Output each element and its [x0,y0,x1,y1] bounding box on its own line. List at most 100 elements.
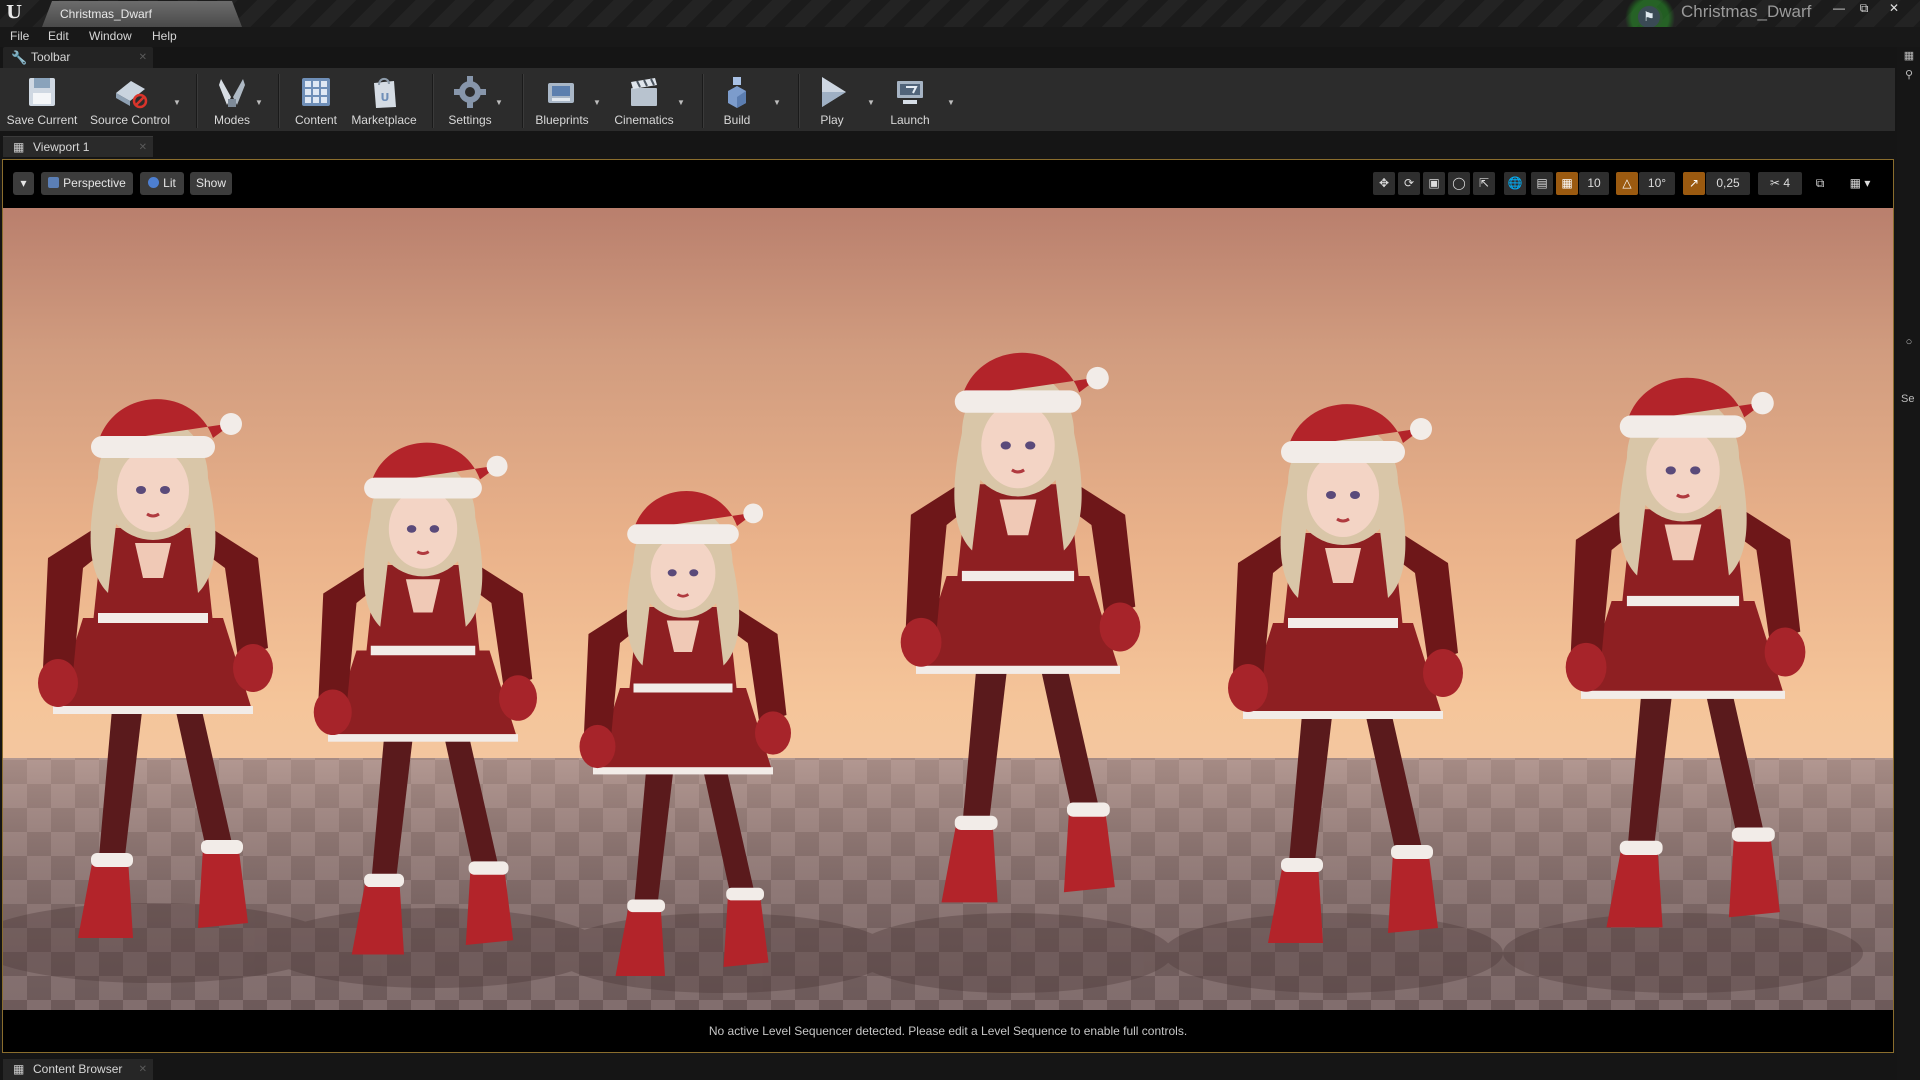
sequencer-message: No active Level Sequencer detected. Plea… [708,1024,1188,1038]
settings-dropdown-icon[interactable]: ▼ [494,98,504,108]
menu-window[interactable]: Window [89,29,132,43]
rotation-snap-toggle-icon[interactable]: △ [1616,172,1638,195]
blueprints-dropdown-icon[interactable]: ▼ [592,98,602,108]
toolbar-tab[interactable]: 🔧 Toolbar ✕ [3,47,153,68]
launch-button[interactable]: Launch [882,73,938,129]
transform-toggle-icon[interactable]: ◯ [1448,172,1470,195]
document-tab-label: Christmas_Dwarf [60,7,153,21]
toolbar-divider [432,74,433,128]
svg-text:U: U [381,91,390,104]
modes-button[interactable]: Modes [204,73,260,129]
restore-icon[interactable]: ⧉ [1853,0,1875,16]
source-control-icon [116,81,148,109]
save-current-button[interactable]: Save Current [4,73,80,129]
menu-help[interactable]: Help [152,29,177,43]
modes-dropdown-icon[interactable]: ▼ [254,98,264,108]
scale-snap-value[interactable]: 0,25 [1706,172,1750,195]
surface-snap-icon[interactable]: ⇱ [1473,172,1495,195]
toolbar-divider [798,74,799,128]
viewport-scene[interactable] [3,208,1893,1010]
cinematics-label: Cinematics [614,113,674,127]
menu-file[interactable]: File [10,29,29,43]
build-dropdown-icon[interactable]: ▼ [772,98,782,108]
settings-label: Settings [448,113,492,127]
source-control-button[interactable]: Source Control [86,73,174,129]
lit-button[interactable]: Lit [140,172,184,195]
project-name: Christmas_Dwarf [1681,2,1812,21]
panel-tab-icon[interactable]: ▦ [1902,49,1916,63]
viewport-tab-label: Viewport 1 [33,140,90,154]
grid-snap-toggle-icon[interactable]: ▦ [1556,172,1578,195]
document-tab[interactable]: Christmas_Dwarf [42,1,242,27]
sequencer-status-bar: No active Level Sequencer detected. Plea… [3,1010,1893,1052]
viewport-toolbar: ▾ Perspective Lit Show ✥ ⟳ ▣ ◯ ⇱ 🌐 ▤ ▦ 1… [3,160,1893,208]
world-local-toggle-icon[interactable]: 🌐 [1504,172,1526,195]
unreal-logo-icon[interactable]: U [3,2,25,24]
viewport-options-dropdown[interactable]: ▾ [13,172,34,195]
content-label: Content [294,113,338,127]
content-button[interactable]: Content [286,73,346,129]
lit-label: Lit [163,176,176,190]
play-icon [822,77,846,107]
cinematics-dropdown-icon[interactable]: ▼ [676,98,686,108]
details-panel-edge: ▦ ⚲ ○ Se [1897,47,1920,1080]
camera-speed-value: 4 [1783,176,1791,190]
details-icon[interactable]: ○ [1902,335,1916,349]
build-label: Build [723,113,751,127]
play-button[interactable]: Play [806,73,858,129]
blueprints-button[interactable]: Blueprints [530,73,594,129]
content-browser-tab[interactable]: ▦ Content Browser ✕ [3,1059,153,1080]
level-viewport[interactable]: ▾ Perspective Lit Show ✥ ⟳ ▣ ◯ ⇱ 🌐 ▤ ▦ 1… [2,159,1894,1053]
viewport-tab[interactable]: ▦ Viewport 1 ✕ [3,136,153,157]
content-grid-icon [302,78,330,106]
maximize-viewport-icon[interactable]: ⧉ [1809,172,1831,195]
translate-tool-icon[interactable]: ✥ [1373,172,1395,195]
modes-label: Modes [213,113,251,127]
toolbar-divider [702,74,703,128]
launch-dropdown-icon[interactable]: ▼ [946,98,956,108]
content-browser-icon: ▦ [13,1062,25,1076]
source-control-dropdown-icon[interactable]: ▼ [172,98,182,108]
settings-button[interactable]: Settings [442,73,498,129]
play-label: Play [820,113,844,127]
toolbar-tab-label: Toolbar [31,50,71,64]
save-icon [29,78,55,106]
grid-snap-value[interactable]: 10 [1579,172,1609,195]
wrench-icon: 🔧 [11,50,28,65]
snap-to-surface-icon[interactable]: ▤ [1531,172,1553,195]
scale-snap-toggle-icon[interactable]: ↗ [1683,172,1705,195]
main-toolbar: Save Current Source Control ▼ Modes ▼ Co… [0,68,1895,131]
play-dropdown-icon[interactable]: ▼ [866,98,876,108]
title-bar: U Christmas_Dwarf ⚑ Christmas_Dwarf — ⧉ … [0,0,1920,40]
modes-icon [219,79,245,107]
cinematics-button[interactable]: Cinematics [610,73,678,129]
save-current-label: Save Current [6,113,78,127]
marketplace-bag-icon: U [374,77,396,108]
rotation-snap-value[interactable]: 10° [1639,172,1675,195]
camera-speed-button[interactable]: ✂ 4 [1758,172,1802,195]
close-tab-icon[interactable]: ✕ [139,1059,147,1080]
camera-icon: ✂ [1769,176,1784,190]
viewport-layout-icon[interactable]: ▦ ▾ [1838,172,1882,195]
scale-tool-icon[interactable]: ▣ [1423,172,1445,195]
blueprints-label: Blueprints [535,113,589,127]
marketplace-button[interactable]: U Marketplace [346,73,422,129]
close-tab-icon[interactable]: ✕ [139,137,147,158]
content-browser-label: Content Browser [33,1062,123,1076]
build-button[interactable]: Build [712,73,762,129]
close-icon[interactable]: ✕ [1883,0,1905,16]
lit-sphere-icon [148,177,160,188]
source-control-label: Source Control [89,113,171,127]
menu-edit[interactable]: Edit [48,29,69,43]
perspective-label: Perspective [63,176,126,190]
search-icon[interactable]: ⚲ [1902,68,1916,82]
clapperboard-icon [631,78,657,106]
perspective-button[interactable]: Perspective [41,172,133,195]
rotate-tool-icon[interactable]: ⟳ [1398,172,1420,195]
menu-bar: File Edit Window Help [0,27,1920,47]
show-button[interactable]: Show [190,172,232,195]
scene-render [3,352,1893,1010]
minimize-icon[interactable]: — [1828,0,1850,16]
gear-icon [454,76,486,108]
close-tab-icon[interactable]: ✕ [139,47,147,68]
